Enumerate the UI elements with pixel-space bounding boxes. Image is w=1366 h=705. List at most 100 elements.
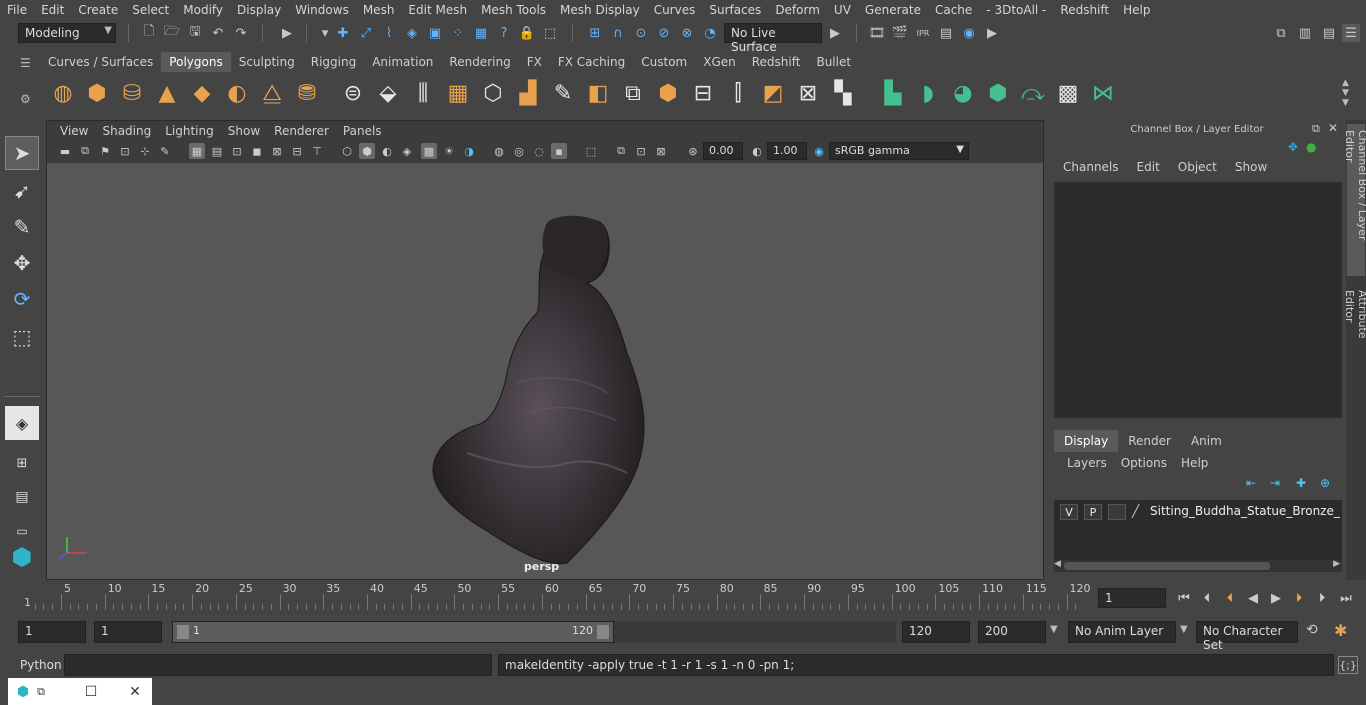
anti-alias-icon[interactable]: ⬚ [583,143,599,159]
poly-cone-icon[interactable]: ▲ [152,78,182,108]
new-layer-selected-icon[interactable]: ⊕ [1320,476,1330,490]
shelf-menu-icon[interactable]: ☰ [20,56,36,70]
layer-menu-options[interactable]: Options [1114,456,1174,470]
viewport-menu-renderer[interactable]: Renderer [267,124,336,138]
move-tool-icon[interactable]: ✥ [5,246,39,280]
menu-select[interactable]: Select [125,3,176,17]
menu-mesh-display[interactable]: Mesh Display [553,3,647,17]
cut-uv-icon[interactable]: ⤼ [1018,78,1048,108]
target-weld-icon[interactable]: ⊠ [793,78,823,108]
menu-help[interactable]: Help [1116,3,1157,17]
layer-color-icon[interactable]: ╱ [1132,504,1139,518]
tab-channel-box[interactable]: Channel Box / Layer Editor [1343,124,1366,276]
menu-file[interactable]: File [0,3,34,17]
tab-fx[interactable]: FX [519,52,550,72]
gamma-icon[interactable]: ◐ [749,143,765,159]
tab-attribute-editor[interactable]: Attribute Editor [1343,284,1366,380]
tab-display[interactable]: Display [1054,430,1119,452]
tab-redshift[interactable]: Redshift [744,52,809,72]
layer-name[interactable]: Sitting_Buddha_Statue_Bronze_002_l [1150,504,1340,518]
layer-menu-help[interactable]: Help [1174,456,1215,470]
automatic-mapping-icon[interactable]: ⬢ [983,78,1013,108]
resolution-gate-icon[interactable]: ⊡ [229,143,245,159]
planar-mapping-icon[interactable]: ▙ [878,78,908,108]
menu-uv[interactable]: UV [827,3,858,17]
poly-cylinder-icon[interactable]: ⛁ [117,78,147,108]
film-gate-icon[interactable]: ▤ [209,143,225,159]
menu-redshift[interactable]: Redshift [1053,3,1116,17]
time-slider[interactable]: 1 5 10 15 20 25 30 35 40 45 50 55 60 65 70 75 80 85 90 95 1… [18,582,1091,612]
gate-mask-icon[interactable]: ◼ [249,143,265,159]
3d-viewport[interactable]: persp [47,163,1043,579]
mode-selector[interactable]: Modeling ▼ [18,23,116,43]
viewport-menu-show[interactable]: Show [221,124,267,138]
extrude-icon[interactable]: ▟ [513,78,543,108]
viewport-menu-panels[interactable]: Panels [336,124,389,138]
tab-rigging[interactable]: Rigging [303,52,364,72]
tab-curves-surfaces[interactable]: Curves / Surfaces [40,52,161,72]
select-tool-icon[interactable]: ➤ [5,136,39,170]
live-surface-field[interactable]: No Live Surface [724,23,822,54]
undo-icon[interactable]: ↶ [209,24,227,42]
animation-start-field[interactable]: 1 [18,621,86,643]
tab-xgen[interactable]: XGen [695,52,744,72]
layer-menu-layers[interactable]: Layers [1060,456,1114,470]
step-back-key-icon[interactable]: ⏴ [1220,588,1240,608]
color-management-icon[interactable]: ◉ [811,143,827,159]
textured-icon[interactable]: ▩ [421,143,437,159]
vertex-mode-icon[interactable]: ◈ [403,24,421,42]
grid-toggle-icon[interactable]: ⊹ [137,143,153,159]
snap-point-icon[interactable]: ⊙ [632,24,650,42]
select-highlight-icon[interactable]: ⬚ [541,24,559,42]
go-to-end-icon[interactable]: ⏭ [1336,588,1356,608]
menu-curves[interactable]: Curves [647,3,703,17]
preferences-icon[interactable]: ✱ [1334,621,1347,640]
spherical-mapping-icon[interactable]: ◕ [948,78,978,108]
lights-icon[interactable]: ☀ [441,143,457,159]
tab-bullet[interactable]: Bullet [808,52,859,72]
image-plane-icon[interactable]: ⊡ [117,143,133,159]
grid-icon[interactable]: ▦ [189,143,205,159]
uv-mode-icon[interactable]: ▦ [472,24,490,42]
poly-plane-icon[interactable]: ◆ [187,78,217,108]
current-frame-field[interactable]: 1 [1098,588,1166,608]
mirror-icon[interactable]: ⫼ [408,78,438,108]
menu-generate[interactable]: Generate [858,3,928,17]
redo-icon[interactable]: ↷ [232,24,250,42]
bevel-icon[interactable]: ◧ [583,78,613,108]
tab-sculpting[interactable]: Sculpting [231,52,303,72]
attribute-editor-toggle-icon[interactable]: ▤ [1320,24,1338,42]
ambient-occlusion-icon[interactable]: ▪ [551,143,567,159]
auto-key-icon[interactable]: ⟲ [1306,622,1318,638]
rotate-tool-icon[interactable]: ⟳ [5,282,39,316]
menu-create[interactable]: Create [71,3,125,17]
range-start-handle[interactable] [177,625,189,639]
save-scene-icon[interactable]: 🖫 [186,24,204,42]
reduce-icon[interactable]: ⬡ [478,78,508,108]
tab-fx-caching[interactable]: FX Caching [550,52,633,72]
render-settings-icon[interactable]: ▤ [937,24,955,42]
render-view-icon[interactable]: 🎞 [868,24,886,42]
menu-3dtoall[interactable]: - 3DtoAll - [979,3,1053,17]
layer-scrollbar[interactable]: ◀ ▶ [1054,559,1342,572]
bridge-icon[interactable]: ⧉ [618,78,648,108]
poly-torus-icon[interactable]: ◐ [222,78,252,108]
move-layer-down-icon[interactable]: ⇥ [1270,476,1280,490]
workspace-icon[interactable]: ⧉ [1272,24,1290,42]
command-language-label[interactable]: Python [20,658,62,672]
channel-menu-show[interactable]: Show [1226,160,1276,174]
anim-layer-select[interactable]: No Anim Layer [1068,621,1176,643]
range-slider[interactable]: 1 120 [172,621,614,643]
poly-pyramid-icon[interactable]: ⧋ [257,78,287,108]
move-layer-up-icon[interactable]: ⇤ [1246,476,1256,490]
snap-view-plane-icon[interactable]: ⊘ [655,24,673,42]
poly-pipe-icon[interactable]: ⛃ [292,78,322,108]
camera-attr-icon[interactable]: ⧉ [77,143,93,159]
ipr-render-icon[interactable]: IPR [914,24,932,42]
separate-icon[interactable]: ⬙ [373,78,403,108]
play-forwards-icon[interactable]: ▶ [1266,588,1286,608]
lasso-tool-icon[interactable]: ➹ [5,174,39,208]
isolate-select-icon[interactable]: ◌ [531,143,547,159]
motion-blur-icon[interactable]: ⧉ [613,143,629,159]
face-mode-icon[interactable]: ⁘ [449,24,467,42]
